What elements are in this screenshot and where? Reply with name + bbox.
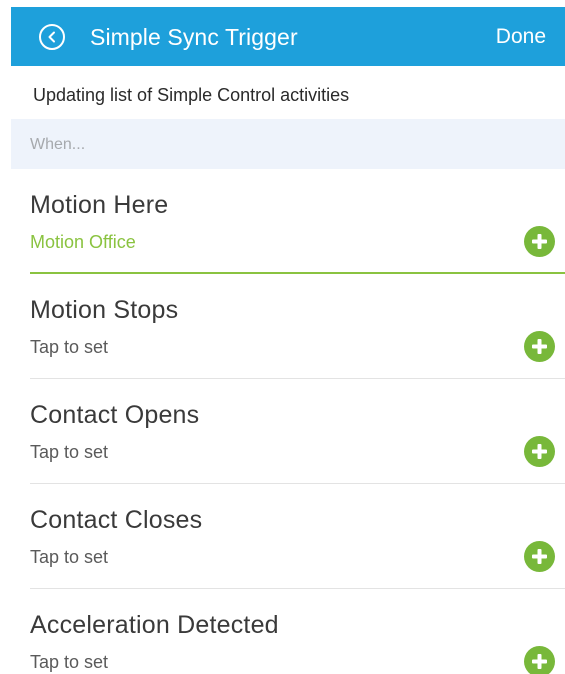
add-button[interactable] [524,436,555,467]
plus-icon [532,234,547,249]
header-bar: Simple Sync Trigger Done [11,7,565,66]
trigger-value: Tap to set [30,442,109,462]
trigger-row-motion-here[interactable]: Motion Here Motion Office [30,169,565,274]
trigger-title: Contact Closes [30,506,203,534]
trigger-row-contact-closes[interactable]: Contact Closes Tap to set [30,484,565,589]
section-label: When... [30,136,86,153]
trigger-row-acceleration-detected[interactable]: Acceleration Detected Tap to set [30,589,565,674]
add-button[interactable] [524,646,555,674]
plus-icon [532,444,547,459]
add-button[interactable] [524,541,555,572]
back-button[interactable] [39,24,65,50]
trigger-title: Acceleration Detected [30,611,279,639]
plus-icon [532,549,547,564]
add-button[interactable] [524,226,555,257]
done-button[interactable]: Done [496,23,546,51]
trigger-value: Tap to set [30,652,109,672]
app-screen: Simple Sync Trigger Done Updating list o… [0,0,565,674]
trigger-title: Motion Stops [30,296,179,324]
trigger-value: Motion Office [30,232,136,252]
trigger-title: Contact Opens [30,401,200,429]
plus-icon [532,654,547,669]
trigger-value: Tap to set [30,337,109,357]
trigger-row-contact-opens[interactable]: Contact Opens Tap to set [30,379,565,484]
page-title: Simple Sync Trigger [90,24,298,50]
status-message: Updating list of Simple Control activiti… [33,85,350,105]
trigger-row-motion-stops[interactable]: Motion Stops Tap to set [30,274,565,379]
section-header: When... [11,119,565,169]
chevron-left-icon [48,31,55,43]
add-button[interactable] [524,331,555,362]
trigger-value: Tap to set [30,547,109,567]
trigger-title: Motion Here [30,191,169,219]
plus-icon [532,339,547,354]
